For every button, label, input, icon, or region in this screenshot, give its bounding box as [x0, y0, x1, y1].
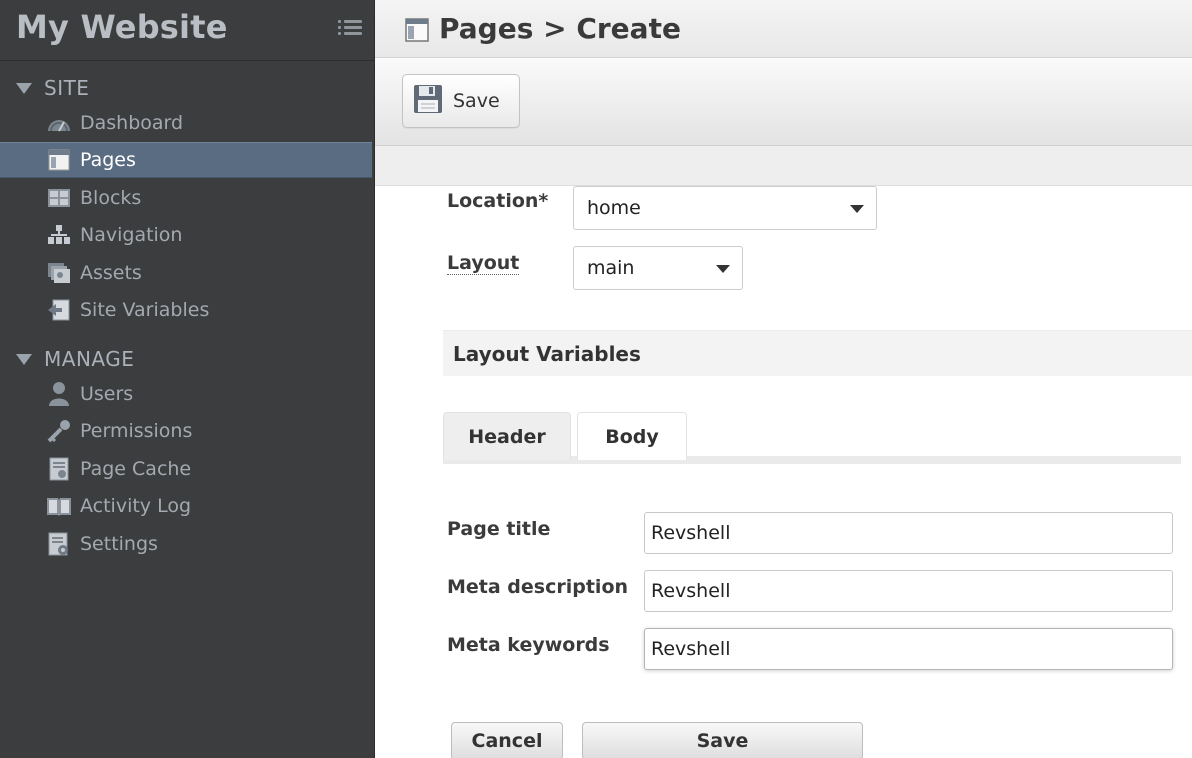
sidebar-item-blocks[interactable]: Blocks [0, 180, 372, 216]
page-cache-icon [46, 456, 72, 482]
location-value: home [587, 197, 641, 219]
meta-keywords-label: Meta keywords [447, 634, 610, 656]
toolbar-save-button[interactable]: Save [402, 74, 520, 128]
assets-icon [46, 260, 72, 286]
sidebar-item-settings[interactable]: Settings [0, 526, 372, 562]
sidebar-item-permissions[interactable]: Permissions [0, 413, 372, 449]
section-site[interactable]: SITE [16, 76, 89, 100]
meta-description-input[interactable] [644, 570, 1173, 612]
location-label: Location* [447, 190, 549, 212]
sidebar: My Website SITE Dashboard Pages Blocks N… [0, 0, 375, 758]
page-icon [46, 147, 72, 173]
page-icon [405, 18, 429, 46]
sidebar-item-dashboard[interactable]: Dashboard [0, 105, 372, 141]
sidebar-item-site-variables[interactable]: Site Variables [0, 292, 372, 328]
blocks-icon [46, 185, 72, 211]
layout-select[interactable]: main [573, 246, 743, 290]
site-variables-icon [46, 297, 72, 323]
toolbar: Save [375, 58, 1192, 146]
layout-variables-header: Layout Variables [443, 330, 1192, 376]
sidebar-item-label: Settings [80, 533, 158, 555]
toolbar-separator [375, 146, 1192, 186]
navigation-icon [46, 222, 72, 248]
floppy-disk-icon [413, 84, 443, 118]
sidebar-item-label: Site Variables [80, 299, 210, 321]
sidebar-item-label: Assets [80, 262, 142, 284]
sidebar-item-label: Blocks [80, 187, 142, 209]
sidebar-item-label: Permissions [80, 420, 193, 442]
sidebar-item-activity-log[interactable]: Activity Log [0, 488, 372, 524]
layout-label[interactable]: Layout [447, 252, 520, 275]
chevron-down-icon [716, 265, 730, 273]
layout-value: main [587, 257, 635, 279]
menu-toggle-icon[interactable] [338, 18, 362, 38]
save-button[interactable]: Save [582, 722, 863, 758]
page-title: Pages > Create [439, 12, 681, 45]
tab-header[interactable]: Header [443, 412, 571, 460]
dashboard-icon [46, 110, 72, 136]
section-manage[interactable]: MANAGE [16, 347, 134, 371]
site-title[interactable]: My Website [16, 8, 228, 46]
sidebar-item-page-cache[interactable]: Page Cache [0, 451, 372, 487]
section-title: SITE [44, 76, 90, 100]
section-title: MANAGE [44, 347, 135, 371]
cancel-button[interactable]: Cancel [451, 722, 563, 758]
toolbar-save-label: Save [453, 90, 500, 112]
location-select[interactable]: home [573, 186, 877, 230]
sidebar-item-label: Navigation [80, 224, 183, 246]
sidebar-item-navigation[interactable]: Navigation [0, 217, 372, 253]
layout-variables-title: Layout Variables [453, 342, 641, 366]
meta-description-label: Meta description [447, 576, 629, 598]
sidebar-item-label: Users [80, 383, 134, 405]
page-title-input[interactable] [644, 512, 1173, 554]
tab-body[interactable]: Body [577, 412, 687, 460]
user-icon [46, 381, 72, 407]
page-header: Pages > Create [375, 0, 1192, 58]
sidebar-item-assets[interactable]: Assets [0, 255, 372, 291]
sidebar-item-label: Dashboard [80, 112, 184, 134]
book-icon [46, 493, 72, 519]
sidebar-divider [0, 60, 374, 61]
settings-icon [46, 531, 72, 557]
sidebar-item-label: Page Cache [80, 458, 192, 480]
sidebar-item-pages[interactable]: Pages [0, 142, 372, 178]
collapse-triangle-icon [16, 82, 32, 94]
page-title-label: Page title [447, 518, 551, 540]
key-icon [46, 418, 72, 444]
collapse-triangle-icon [16, 353, 32, 365]
sidebar-item-label: Activity Log [80, 495, 192, 517]
sidebar-item-users[interactable]: Users [0, 376, 372, 412]
chevron-down-icon [850, 205, 864, 213]
meta-keywords-input[interactable] [644, 628, 1173, 670]
sidebar-item-label: Pages [80, 149, 136, 171]
